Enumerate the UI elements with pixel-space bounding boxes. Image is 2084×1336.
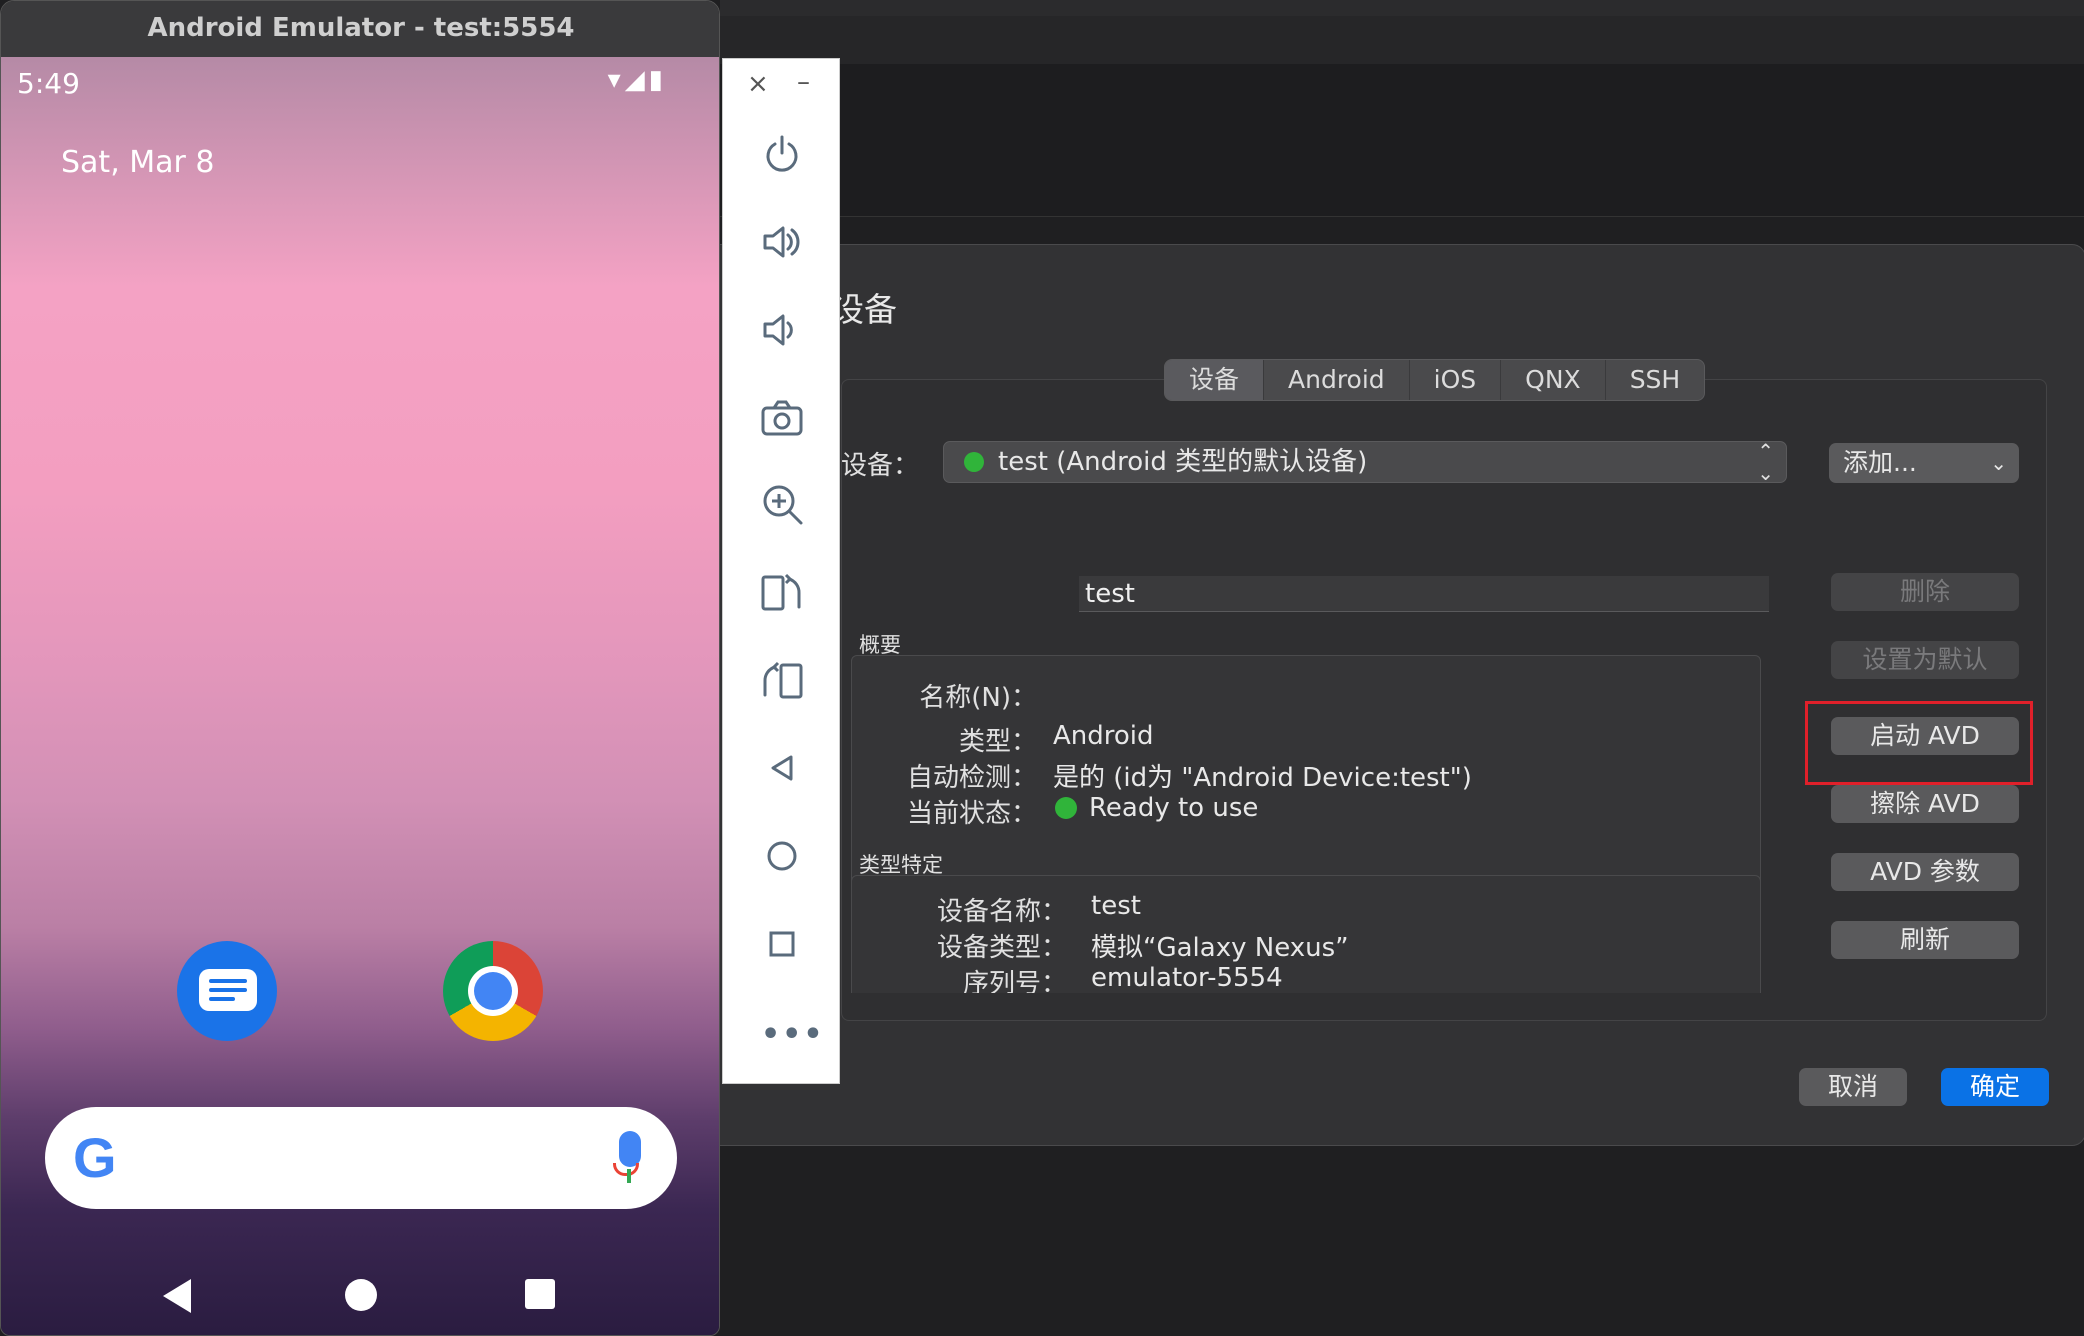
tab-bar: 设备 Android iOS QNX SSH bbox=[1164, 359, 1706, 401]
ok-button[interactable]: 确定 bbox=[1941, 1068, 2049, 1106]
device-select[interactable]: test (Android 类型的默认设备) ⌃ ⌄ bbox=[943, 439, 1787, 485]
status-bar-icons: ▾◢▮ bbox=[607, 65, 667, 95]
google-logo-icon: G bbox=[73, 1126, 117, 1189]
name-input[interactable]: test bbox=[1079, 576, 1769, 612]
emulator-title[interactable]: Android Emulator - test:5554 bbox=[1, 1, 719, 58]
device-type-label: 设备类型： bbox=[936, 933, 1067, 963]
phone-screen[interactable]: 5:49 ▾◢▮ Sat, Mar 8 G bbox=[1, 57, 719, 1335]
ide-top-strip bbox=[720, 0, 2084, 17]
more-icon[interactable]: ••• bbox=[761, 1017, 825, 1052]
chrome-ring bbox=[468, 966, 518, 1016]
autodetect-value: 是的 (id为 "Android Device:test") bbox=[1053, 763, 1472, 793]
serial-value: emulator-5554 bbox=[1091, 963, 1283, 993]
device-name-label: 设备名称： bbox=[936, 897, 1067, 927]
volume-up-icon[interactable] bbox=[759, 219, 805, 265]
minimize-icon[interactable]: – bbox=[797, 67, 810, 97]
ide-toolbar-strip bbox=[720, 16, 2084, 64]
tab-devices[interactable]: 设备 bbox=[1165, 360, 1265, 400]
start-avd-highlight bbox=[1805, 701, 2033, 785]
home-icon[interactable] bbox=[759, 833, 805, 879]
device-label: 设备： bbox=[841, 451, 920, 481]
device-name-value: test bbox=[1091, 891, 1141, 921]
add-button-label: 添加... bbox=[1843, 448, 1917, 477]
cancel-button[interactable]: 取消 bbox=[1799, 1068, 1907, 1106]
serial-label: 序列号： bbox=[962, 969, 1067, 993]
google-search-bar[interactable]: G bbox=[45, 1107, 677, 1209]
message-line bbox=[209, 979, 247, 983]
nav-back-icon[interactable] bbox=[163, 1279, 191, 1313]
message-bubble-icon bbox=[199, 969, 257, 1011]
device-status-dot bbox=[964, 452, 984, 472]
refresh-button[interactable]: 刷新 bbox=[1831, 921, 2019, 959]
chrome-core bbox=[474, 972, 512, 1010]
microphone-icon[interactable] bbox=[619, 1131, 641, 1167]
name-label: 名称(N)： bbox=[919, 683, 1037, 713]
rotate-left-icon[interactable] bbox=[759, 569, 805, 615]
close-icon[interactable]: × bbox=[747, 69, 769, 99]
home-date: Sat, Mar 8 bbox=[61, 145, 215, 180]
overview-icon[interactable] bbox=[759, 921, 805, 967]
zoom-icon[interactable] bbox=[759, 481, 805, 527]
wipe-avd-button[interactable]: 擦除 AVD bbox=[1831, 785, 2019, 823]
add-button[interactable]: 添加... ⌄ bbox=[1829, 443, 2019, 483]
camera-icon[interactable] bbox=[759, 395, 805, 441]
emulator-toolbar: × – ••• bbox=[722, 58, 840, 1084]
avd-params-button[interactable]: AVD 参数 bbox=[1831, 853, 2019, 891]
volume-down-icon[interactable] bbox=[759, 307, 805, 353]
delete-button[interactable]: 删除 bbox=[1831, 573, 2019, 611]
tab-ios[interactable]: iOS bbox=[1410, 360, 1502, 400]
device-type-value: 模拟“Galaxy Nexus” bbox=[1091, 933, 1349, 963]
autodetect-label: 自动检测： bbox=[906, 763, 1037, 793]
nav-recents-icon[interactable] bbox=[525, 1279, 555, 1309]
tab-qnx[interactable]: QNX bbox=[1501, 360, 1606, 400]
microphone-base bbox=[613, 1163, 639, 1176]
ide-header-area bbox=[720, 64, 2084, 217]
status-label: 当前状态： bbox=[906, 799, 1037, 829]
microphone-stand bbox=[627, 1169, 631, 1183]
ready-status-dot bbox=[1055, 797, 1077, 819]
message-line bbox=[209, 997, 235, 1001]
power-icon[interactable] bbox=[759, 131, 805, 177]
tab-android[interactable]: Android bbox=[1264, 360, 1410, 400]
messages-app-icon[interactable] bbox=[177, 941, 277, 1041]
chevron-down-icon: ⌄ bbox=[1990, 451, 2007, 475]
set-default-button[interactable]: 设置为默认 bbox=[1831, 641, 2019, 679]
devices-dialog: 设备 设备 Android iOS QNX SSH 设备： test (Andr… bbox=[700, 244, 2084, 1146]
type-value: Android bbox=[1053, 721, 1154, 751]
back-icon[interactable] bbox=[759, 745, 805, 791]
device-select-value: test (Android 类型的默认设备) bbox=[998, 447, 1368, 477]
type-label: 类型： bbox=[958, 727, 1037, 757]
chrome-app-icon[interactable] bbox=[443, 941, 543, 1041]
status-time: 5:49 bbox=[17, 67, 80, 100]
rotate-right-icon[interactable] bbox=[759, 657, 805, 703]
status-value: Ready to use bbox=[1089, 793, 1259, 823]
dialog-title: 设备 bbox=[831, 290, 897, 329]
message-line bbox=[209, 988, 247, 992]
tab-ssh[interactable]: SSH bbox=[1606, 360, 1705, 400]
emulator-window: Android Emulator - test:5554 5:49 ▾◢▮ Sa… bbox=[0, 0, 720, 1336]
nav-home-icon[interactable] bbox=[345, 1279, 377, 1311]
updown-chevron-icon: ⌃ ⌄ bbox=[1757, 439, 1774, 485]
